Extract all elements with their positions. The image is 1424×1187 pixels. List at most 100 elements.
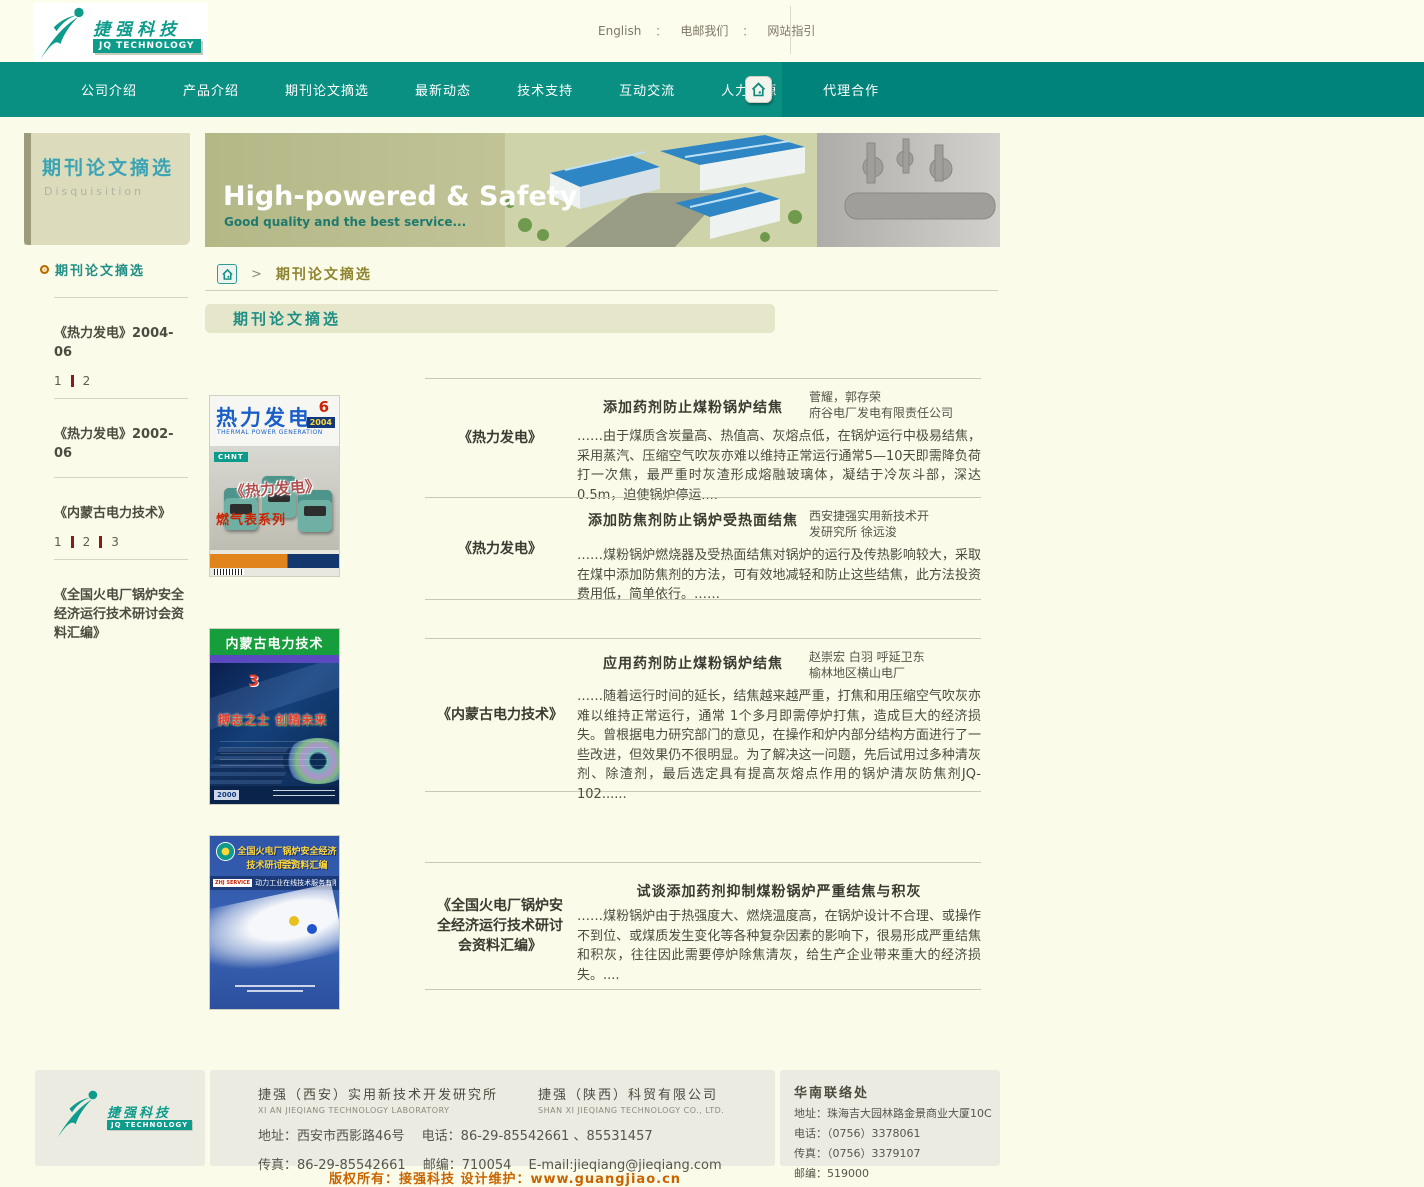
cover-bottom-band <box>210 554 339 568</box>
fine-text-graphic <box>235 985 315 987</box>
org-name-cn: 捷强（陕西）科贸有限公司 <box>538 1084 724 1103</box>
article-journal: 《全国火电厂锅炉安全经济运行技术研讨会资料汇编》 <box>425 863 575 989</box>
logo-brand-en: JQ TECHNOLOGY <box>93 39 201 53</box>
south-office-title: 华南联络处 <box>794 1082 1000 1101</box>
page-link-2[interactable]: 2 <box>83 374 91 388</box>
steam-spray-graphic <box>209 883 340 983</box>
article-title: 试谈添加药剂抑制煤粉锅炉严重结焦与积灰 <box>577 867 981 901</box>
page-separator <box>71 536 74 548</box>
author-line: 榆林地区横山电厂 <box>809 665 981 681</box>
south-office-fax: 传真：（0756）3379107 <box>794 1145 1000 1161</box>
breadcrumb: > 期刊论文摘选 <box>205 258 998 291</box>
page-link-2[interactable]: 2 <box>83 535 91 549</box>
home-icon <box>750 81 767 98</box>
logo-brand-cn: 捷强科技 <box>93 15 181 40</box>
pagination: 1 2 <box>54 374 188 399</box>
sidebar-link-label: 期刊论文摘选 <box>55 260 145 279</box>
sidebar-group-label[interactable]: 《热力发电》2004-06 <box>54 324 188 362</box>
sidebar-group-label[interactable]: 《全国火电厂锅炉安全经济运行技术研讨会资料汇编》 <box>54 586 188 643</box>
cover-strip <box>210 655 339 663</box>
cover-title: 热力发电 <box>216 402 312 432</box>
header: 捷强科技 JQ TECHNOLOGY English ： 电邮我们 ： 网站指引 <box>0 0 1424 62</box>
article-journal: 《热力发电》 <box>425 379 575 497</box>
page-link-1[interactable]: 1 <box>54 374 62 388</box>
breadcrumb-home-button[interactable] <box>217 264 237 284</box>
sidebar-menu: 期刊论文摘选 《热力发电》2004-06 1 2 《热力发电》2002-06 《… <box>40 260 188 643</box>
sidebar-group-huibian: 《全国火电厂锅炉安全经济运行技术研讨会资料汇编》 <box>54 586 188 643</box>
nav-item-tech-support[interactable]: 技术支持 <box>494 80 596 99</box>
sidebar-item-journal-digest[interactable]: 期刊论文摘选 <box>40 260 188 279</box>
article-abstract: ……随着运行时间的延长，结焦越来越严重，打焦和用压缩空气吹灰亦难以维持正常运行，… <box>577 687 981 804</box>
banner-subline: Good quality and the best service... <box>224 215 466 229</box>
article-journal: 《热力发电》 <box>425 498 575 599</box>
fine-text-graphic <box>220 741 328 767</box>
author-line: 赵崇宏 白羽 呼延卫东 <box>809 649 981 665</box>
footer-contact-block: 捷强（西安）实用新技术开发研究所 XI AN JIEQIANG TECHNOLO… <box>210 1070 775 1166</box>
cover-title-line2: 技术研讨会资料汇编 <box>236 858 338 871</box>
article-journal: 《内蒙古电力技术》 <box>425 639 575 791</box>
article-title: 应用药剂防止煤粉锅炉结焦 <box>577 643 809 681</box>
cover-issue-number: 3 <box>248 671 259 690</box>
footer-brand-cn: 捷强科技 <box>107 1102 171 1121</box>
article-abstract: ……煤粉锅炉燃烧器及受热面结焦对锅炉的运行及传热影响较大，采取在煤中添加防焦剂的… <box>577 546 981 605</box>
header-divider <box>790 6 791 54</box>
footer-org-2: 捷强（陕西）科贸有限公司 SHAN XI JIEQIANG TECHNOLOGY… <box>538 1084 724 1115</box>
emblem-icon <box>217 843 234 860</box>
company-logo[interactable]: 捷强科技 JQ TECHNOLOGY <box>33 3 208 61</box>
link-site-guide[interactable]: 网站指引 <box>767 22 815 39</box>
journal-cover-neimenggu: 内蒙古电力技术 3 搏志之士 创精未来 2000 <box>209 628 340 805</box>
article-title: 添加药剂防止煤粉锅炉结焦 <box>577 383 809 421</box>
page-separator <box>71 375 74 387</box>
pagination: 1 2 3 <box>54 535 188 560</box>
link-separator: ： <box>742 23 753 39</box>
main-nav: 公司介绍 产品介绍 期刊论文摘选 最新动态 技术支持 互动交流 人力资源 代理合… <box>0 62 1424 117</box>
sidebar-group-label[interactable]: 《热力发电》2002-06 <box>54 425 188 478</box>
home-icon <box>221 268 234 281</box>
nav-item-agency[interactable]: 代理合作 <box>800 80 902 99</box>
org-name-cn: 捷强（西安）实用新技术开发研究所 <box>258 1084 498 1103</box>
author-line: 府谷电厂发电有限责任公司 <box>809 405 981 421</box>
cover-chip: ZHJ SERVICE <box>213 879 252 887</box>
breadcrumb-current[interactable]: 期刊论文摘选 <box>276 264 372 284</box>
sidebar-subtitle: Disquisition <box>44 185 144 198</box>
cover-issue-number: 6 <box>319 398 329 416</box>
cover-footer <box>210 985 339 1003</box>
org-name-en: XI AN JIEQIANG TECHNOLOGY LABORATORY <box>258 1106 498 1115</box>
author-line: 菅耀，郭存荣 <box>809 389 981 405</box>
page-separator <box>99 536 102 548</box>
page-link-1[interactable]: 1 <box>54 535 62 549</box>
logo-swoosh-icon <box>35 5 93 61</box>
link-english[interactable]: English <box>598 24 641 38</box>
nav-item-news[interactable]: 最新动态 <box>392 80 494 99</box>
south-office-address: 地址：珠海吉大园林路金景商业大厦10C <box>794 1105 1000 1121</box>
south-office-phone: 电话：（0756）3378061 <box>794 1125 1000 1141</box>
home-button[interactable] <box>745 76 772 103</box>
barcode-graphic <box>214 569 244 575</box>
section-title-bar: 期刊论文摘选 <box>205 304 775 333</box>
article-row: 《内蒙古电力技术》 应用药剂防止煤粉锅炉结焦 赵崇宏 白羽 呼延卫东 榆林地区横… <box>425 638 981 792</box>
nav-item-interaction[interactable]: 互动交流 <box>596 80 698 99</box>
copyright-line: 版权所有：接强科技 设计维护：www.guangjiao.cn <box>205 1168 805 1187</box>
article-authors: 西安捷强实用新技术开 发研究所 徐远浚 <box>809 502 981 540</box>
nav-item-company[interactable]: 公司介绍 <box>58 80 160 99</box>
sidebar-group-label[interactable]: 《内蒙古电力技术》 <box>54 504 188 523</box>
sidebar-divider <box>54 297 188 298</box>
nav-item-products[interactable]: 产品介绍 <box>160 80 262 99</box>
cover-year: 2004 <box>307 417 335 428</box>
page-link-3[interactable]: 3 <box>111 535 119 549</box>
cover-brand: CHNT <box>214 452 248 462</box>
section-title: 期刊论文摘选 <box>205 308 341 329</box>
article-authors: 菅耀，郭存荣 府谷电厂发电有限责任公司 <box>809 383 981 421</box>
banner-graphic: High-powered & Safety Good quality and t… <box>205 133 1000 247</box>
link-separator: ： <box>655 23 666 39</box>
cover-photo: 3 搏志之士 创精未来 <box>210 663 339 788</box>
article-row: 《全国火电厂锅炉安全经济运行技术研讨会资料汇编》 试谈添加药剂抑制煤粉锅炉严重结… <box>425 862 981 990</box>
sidebar-header: 期刊论文摘选 Disquisition <box>24 133 190 245</box>
banner-headline: High-powered & Safety <box>223 181 578 212</box>
link-email-us[interactable]: 电邮我们 <box>680 22 728 39</box>
fine-text-graphic <box>247 990 303 992</box>
cover-year: 2000 <box>214 790 239 800</box>
nav-item-journal-digest[interactable]: 期刊论文摘选 <box>262 80 392 99</box>
cover-subtitle: THERMAL POWER GENERATION <box>217 429 323 436</box>
cover-masthead: 内蒙古电力技术 <box>210 629 339 655</box>
